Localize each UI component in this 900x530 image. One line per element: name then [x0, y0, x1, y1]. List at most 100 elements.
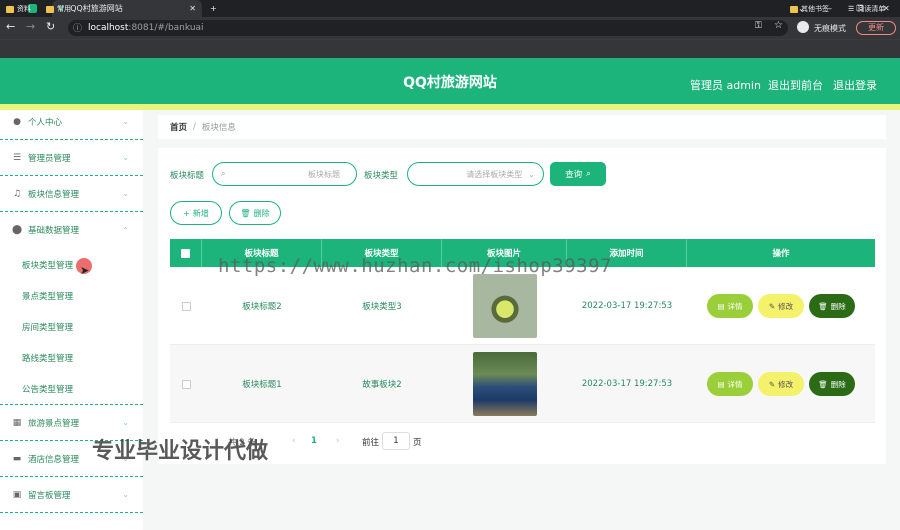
- delete-label: 删除: [253, 208, 270, 218]
- folder-icon: [6, 5, 14, 13]
- edit-button[interactable]: ✎ 修改: [758, 372, 804, 396]
- close-tab-icon[interactable]: ✕: [189, 4, 196, 13]
- cell-type: 故事板块2: [362, 380, 402, 390]
- sidebar-item-label: 个人中心: [28, 117, 63, 128]
- section-image[interactable]: [472, 352, 537, 416]
- detail-label: 详情: [727, 379, 743, 389]
- chevron-down-icon: ⌄: [122, 189, 129, 198]
- delete-button[interactable]: 🗑 删除: [229, 201, 281, 225]
- breadcrumb-home[interactable]: 首页: [170, 121, 187, 133]
- sidebar-item-label: 板块信息管理: [28, 189, 80, 200]
- url-input[interactable]: localhost:8081/#/bankuai: [68, 20, 788, 36]
- sidebar-item-label: 基础数据管理: [28, 226, 80, 236]
- back-icon[interactable]: ←: [6, 20, 15, 33]
- sidebar-item-personal[interactable]: ● 个人中心 ⌄: [0, 104, 143, 140]
- plus-icon: +: [183, 208, 190, 218]
- sub-item-route-type[interactable]: 路线类型管理: [22, 352, 73, 364]
- select-all-checkbox[interactable]: [181, 248, 190, 258]
- type-select[interactable]: 请选择板块类型 ⌄: [407, 162, 544, 186]
- sidebar-item-label: 旅游景点管理: [28, 418, 80, 429]
- row-delete-button[interactable]: 🗑 删除: [809, 294, 855, 318]
- reload-icon[interactable]: ↻: [46, 20, 55, 33]
- sidebar-item-label: 留言板管理: [28, 490, 71, 501]
- sub-item-room-type[interactable]: 房间类型管理: [22, 321, 73, 333]
- user-icon: ●: [13, 116, 21, 127]
- detail-button[interactable]: ▤ 详情: [707, 372, 753, 396]
- cell-title: 板块标题2: [242, 302, 282, 312]
- chevron-down-icon: ⌄: [122, 490, 129, 499]
- folder-icon: [46, 5, 54, 13]
- watermark-url: https://www.huzhan.com/ishop39397: [218, 255, 612, 277]
- goto-label: 前往: [362, 438, 380, 448]
- detail-label: 详情: [727, 301, 743, 311]
- title-label: 板块标题: [170, 171, 205, 181]
- add-label: 新增: [192, 208, 209, 218]
- bookmark-folder-2[interactable]: 常用: [46, 4, 71, 14]
- page-number[interactable]: 1: [311, 436, 317, 446]
- hotel-icon: ▬: [12, 453, 22, 464]
- document-icon: ▤: [717, 379, 725, 389]
- bookmark-label: 资料: [17, 5, 31, 13]
- cursor-arrow-icon: ➤: [80, 264, 90, 277]
- trash-icon: 🗑: [818, 301, 828, 311]
- message-icon: ▣: [12, 489, 22, 500]
- reading-list[interactable]: ☰ 阅读清单: [848, 4, 885, 14]
- bookmarks-bar: [0, 39, 900, 58]
- back-to-front-link[interactable]: 退出到前台: [768, 77, 823, 93]
- row-select[interactable]: [170, 345, 202, 423]
- star-icon[interactable]: ☆: [774, 20, 783, 31]
- bookmark-folder-1[interactable]: 资料: [6, 4, 31, 14]
- search-icon: ⌕: [221, 169, 226, 178]
- logout-link[interactable]: 退出登录: [833, 77, 877, 93]
- sidebar-item-admin[interactable]: ☰ 管理员管理 ⌄: [0, 140, 143, 176]
- update-button[interactable]: 更新: [856, 21, 896, 35]
- sidebar-item-basic-data[interactable]: ⬤ 基础数据管理 ⌃: [0, 212, 143, 248]
- select-all-cell[interactable]: [170, 239, 202, 267]
- tab-title: QQ村旅游网站: [70, 4, 123, 13]
- next-page-icon[interactable]: ›: [336, 436, 339, 446]
- query-button[interactable]: 查询 ⌕: [550, 162, 606, 186]
- trash-icon: 🗑: [240, 208, 251, 218]
- detail-button[interactable]: ▤ 详情: [707, 294, 753, 318]
- forward-icon[interactable]: →: [26, 20, 35, 33]
- row-checkbox[interactable]: [181, 379, 191, 389]
- row-checkbox[interactable]: [181, 301, 191, 311]
- trash-icon: 🗑: [818, 379, 828, 389]
- other-bookmarks-label: 其他书签: [801, 5, 829, 13]
- row-select[interactable]: [170, 267, 202, 345]
- sub-item-notice-type[interactable]: 公告类型管理: [22, 383, 73, 395]
- sub-item-spot-type[interactable]: 景点类型管理: [22, 290, 73, 302]
- row-delete-button[interactable]: 🗑 删除: [809, 372, 855, 396]
- reading-list-icon: ☰: [848, 5, 855, 13]
- edit-button[interactable]: ✎ 修改: [758, 294, 804, 318]
- sidebar-item-section[interactable]: ♫ 板块信息管理 ⌄: [0, 176, 143, 212]
- pencil-icon: ✎: [768, 301, 776, 311]
- delete-label: 删除: [830, 379, 846, 389]
- other-bookmarks[interactable]: 其他书签: [790, 4, 829, 14]
- sub-item-section-type[interactable]: 板块类型管理: [22, 259, 73, 271]
- add-button[interactable]: + 新增: [170, 201, 222, 225]
- prev-page-icon[interactable]: ‹: [292, 436, 295, 446]
- page-suffix: 页: [413, 438, 422, 448]
- key-icon[interactable]: ⚿: [755, 21, 762, 31]
- incognito-label: 无痕模式: [814, 24, 846, 33]
- info-icon[interactable]: ⓘ: [73, 21, 82, 34]
- pencil-icon: ✎: [768, 379, 776, 389]
- goto-page-input[interactable]: 1: [382, 432, 410, 450]
- incognito-icon: [797, 21, 809, 33]
- cell-title: 板块标题1: [242, 380, 282, 390]
- cell-image: [442, 345, 567, 423]
- query-label: 查询: [565, 170, 583, 180]
- new-tab-icon[interactable]: +: [210, 0, 222, 17]
- active-tab[interactable]: V QQ村旅游网站 ✕: [52, 0, 202, 17]
- admin-label: 管理员 admin: [690, 79, 761, 92]
- url-path: :8081/#/bankuai: [128, 23, 204, 33]
- cell-actions: ▤ 详情 ✎ 修改 🗑 删除: [687, 345, 875, 423]
- sidebar-item-label: 管理员管理: [28, 153, 71, 164]
- sidebar-item-label: 酒店信息管理: [28, 454, 80, 465]
- section-image[interactable]: [472, 274, 537, 338]
- title-input[interactable]: ⌕ 板块标题: [212, 162, 357, 186]
- sidebar-item-message[interactable]: ▣ 留言板管理 ⌄: [0, 477, 143, 513]
- edit-label: 修改: [778, 301, 794, 311]
- site-title: QQ村旅游网站: [403, 75, 497, 91]
